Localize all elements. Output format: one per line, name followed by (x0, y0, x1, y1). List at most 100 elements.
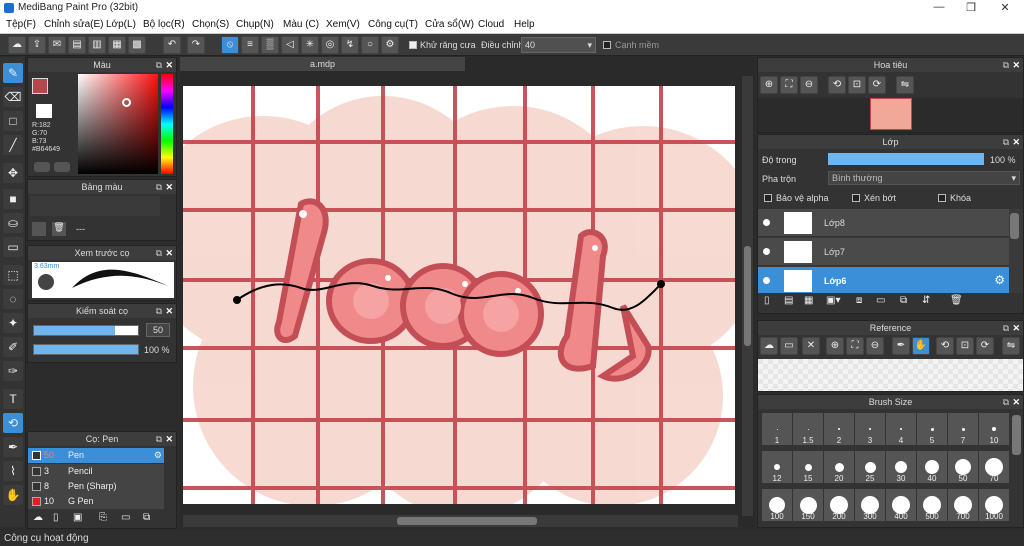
brush-size-value[interactable]: 50 (146, 323, 170, 337)
new-brush-icon[interactable]: ▯ (53, 512, 59, 523)
brush-size-option[interactable]: 4 (886, 413, 916, 445)
fit-icon[interactable]: ⛶ (780, 76, 798, 94)
close-icon[interactable]: ✕ (1012, 58, 1020, 72)
layer-row[interactable]: Lớp8 (758, 209, 1009, 237)
undock-icon[interactable]: ⧉ (1003, 135, 1009, 149)
gear-icon[interactable]: ⚙ (994, 273, 1005, 287)
new-halftone-layer-icon[interactable]: ▦ (804, 295, 813, 306)
snap-curve-icon[interactable]: ↯ (341, 36, 359, 54)
smooth-edge-checkbox[interactable] (603, 41, 611, 49)
select-eraser-tool-icon[interactable]: ✑ (3, 361, 23, 381)
reference-view[interactable] (758, 359, 1023, 391)
close-reference-icon[interactable]: ✕ (802, 337, 820, 355)
close-icon[interactable]: ✕ (165, 180, 173, 194)
snap-vanish-icon[interactable]: ◁ (281, 36, 299, 54)
brush-size-option[interactable]: 200 (824, 489, 854, 521)
brush-size-option[interactable]: 400 (886, 489, 916, 521)
close-icon[interactable]: ✕ (165, 58, 173, 72)
share-icon[interactable]: ⇪ (28, 36, 46, 54)
horizontal-scrollbar[interactable] (183, 515, 738, 527)
eyedropper-tool-icon[interactable]: ⌇ (3, 461, 23, 481)
menu-window[interactable]: Cửa sổ(W) (425, 19, 474, 30)
close-icon[interactable]: ✕ (165, 246, 173, 260)
trash-icon[interactable]: 🗑 (52, 222, 66, 236)
navigator-preview[interactable] (758, 98, 1023, 132)
undo-icon[interactable]: ↶ (163, 36, 181, 54)
gradient-tool-icon[interactable]: ▭ (3, 237, 23, 257)
close-icon[interactable]: ✕ (994, 1, 1016, 15)
undock-icon[interactable]: ⧉ (156, 180, 162, 194)
lock-checkbox[interactable] (938, 194, 946, 202)
dropper-tool-icon[interactable]: ✒ (3, 437, 23, 457)
move-layer-icon[interactable]: ⇵ (922, 295, 930, 306)
snap-ellipse-icon[interactable]: ○ (361, 36, 379, 54)
redo-icon[interactable]: ↷ (187, 36, 205, 54)
minimize-icon[interactable]: — (928, 1, 950, 15)
brush-size-option[interactable]: 12 (762, 451, 792, 483)
palette-swatches[interactable] (30, 196, 160, 216)
drawing-canvas[interactable] (183, 86, 735, 504)
undock-icon[interactable]: ⧉ (1003, 395, 1009, 409)
line-tool-icon[interactable]: ╱ (3, 135, 23, 155)
open-folder-icon[interactable]: ▭ (780, 337, 798, 355)
brush-size-option[interactable]: 100 (762, 489, 792, 521)
brush-size-option[interactable]: 7 (948, 413, 978, 445)
page-icon[interactable]: ▥ (88, 36, 106, 54)
new-layer-icon[interactable]: ▯ (764, 295, 770, 306)
brush-size-option[interactable]: 50 (948, 451, 978, 483)
undock-icon[interactable]: ⧉ (156, 304, 162, 318)
adjust-select[interactable]: 40 ▾ (521, 37, 596, 53)
copy-brush-icon[interactable]: ⎘ (99, 512, 107, 523)
brush-size-option[interactable]: 70 (979, 451, 1009, 483)
snap-circle-icon[interactable]: ◎ (321, 36, 339, 54)
color-wheel-button[interactable] (54, 162, 70, 172)
zoom-in-icon[interactable]: ⊕ (826, 337, 844, 355)
menu-select[interactable]: Chọn(S) (192, 19, 229, 30)
rotate-left-icon[interactable]: ⟲ (828, 76, 846, 94)
zoom-out-icon[interactable]: ⊖ (866, 337, 884, 355)
brush-size-option[interactable]: 5 (917, 413, 947, 445)
undock-icon[interactable]: ⧉ (156, 246, 162, 260)
rotate-left-icon[interactable]: ⟲ (936, 337, 954, 355)
operation-tool-icon[interactable]: ⟲ (3, 413, 23, 433)
layer-scrollbar[interactable] (1010, 213, 1019, 239)
menu-help[interactable]: Help (514, 19, 535, 30)
blend-mode-select[interactable]: Bình thường ▾ (828, 171, 1020, 185)
brush-size-option[interactable]: 30 (886, 451, 916, 483)
brush-size-option[interactable]: 2 (824, 413, 854, 445)
snap-settings-icon[interactable]: ⚙ (381, 36, 399, 54)
foreground-swatch[interactable] (32, 78, 48, 94)
layer-row[interactable]: Lớp6 ⚙ (758, 267, 1009, 293)
flip-icon[interactable]: ⇋ (896, 76, 914, 94)
pages-icon[interactable]: ▦ (108, 36, 126, 54)
cloud-icon[interactable]: ☁ (8, 36, 26, 54)
brush-size-scrollbar[interactable] (1012, 415, 1021, 455)
lasso-tool-icon[interactable]: ◌ (3, 289, 23, 309)
full-view-icon[interactable]: ⊡ (848, 76, 866, 94)
magic-wand-tool-icon[interactable]: ✦ (3, 313, 23, 333)
vertical-scrollbar[interactable] (742, 76, 753, 516)
clipping-checkbox[interactable] (852, 194, 860, 202)
color-mode-button[interactable] (34, 162, 50, 172)
rect-tool-icon[interactable]: □ (3, 111, 23, 131)
brush-size-option[interactable]: 300 (855, 489, 885, 521)
undock-icon[interactable]: ⧉ (1003, 58, 1009, 72)
menu-view[interactable]: Xem(V) (326, 19, 360, 30)
undock-icon[interactable]: ⧉ (156, 432, 162, 446)
brush-size-option[interactable]: 10 (979, 413, 1009, 445)
antialias-checkbox[interactable] (409, 41, 417, 49)
dropper-icon[interactable]: ✒ (892, 337, 910, 355)
color-picker-cursor[interactable] (122, 98, 131, 107)
maximize-icon[interactable]: ❐ (960, 1, 982, 15)
close-icon[interactable]: ✕ (1012, 135, 1020, 149)
add-brush-icon[interactable]: ▣ (73, 512, 82, 523)
brush-tool-icon[interactable]: ✎ (3, 63, 23, 83)
trash-icon[interactable]: 🗑 (950, 295, 963, 306)
hand-icon[interactable]: ✋ (912, 337, 930, 355)
bucket-tool-icon[interactable]: ⛀ (3, 213, 23, 233)
brush-size-option[interactable]: 20 (824, 451, 854, 483)
menu-color[interactable]: Màu (C) (283, 19, 319, 30)
undock-icon[interactable]: ⧉ (1003, 321, 1009, 335)
hand-tool-icon[interactable]: ✋ (3, 485, 23, 505)
grid-icon[interactable]: ▩ (128, 36, 146, 54)
